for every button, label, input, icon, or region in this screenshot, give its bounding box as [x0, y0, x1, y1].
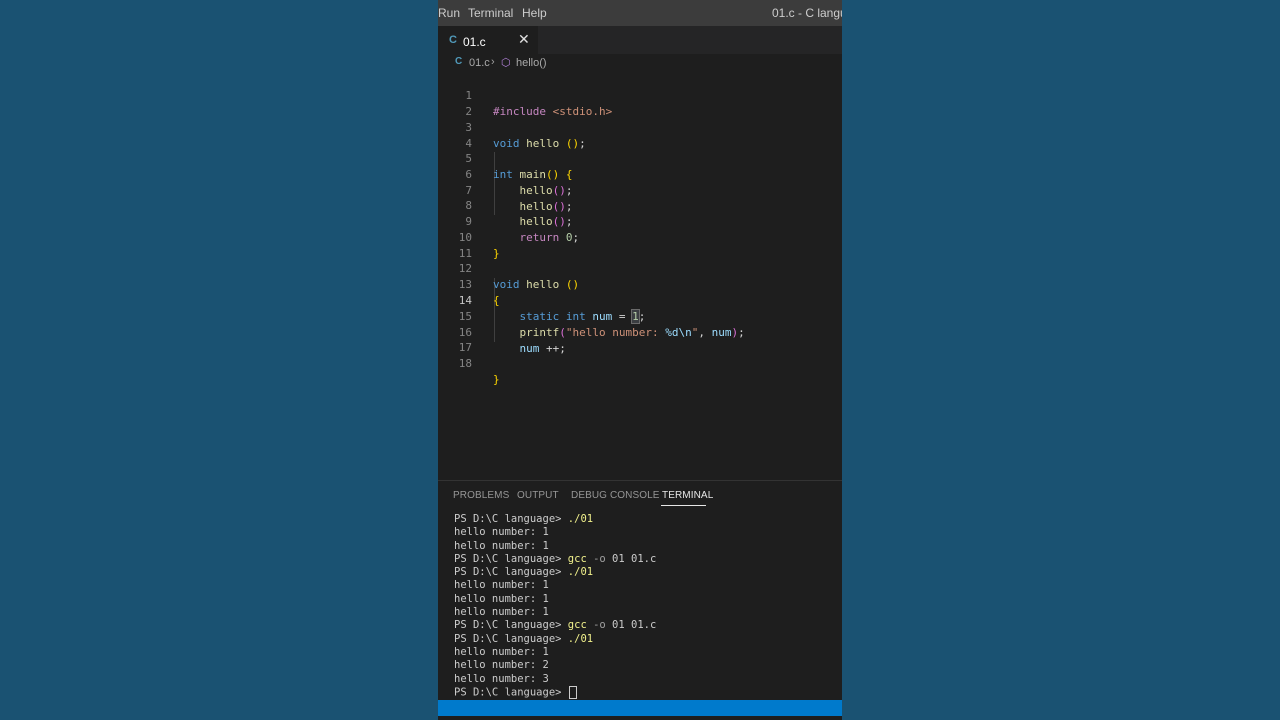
code-line: 9 return 0; — [438, 198, 842, 244]
code-line: 13 { — [438, 261, 842, 307]
menu-terminal[interactable]: Terminal — [468, 6, 513, 20]
terminal-line: PS D:\C language> gcc -o 01 01.c — [454, 552, 657, 565]
code-line: 7 hello(); — [438, 167, 842, 213]
code-line: 3 void hello (); — [438, 104, 842, 150]
menu-help[interactable]: Help — [522, 6, 547, 20]
active-tab-indicator — [661, 505, 706, 506]
code-editor[interactable]: 1 #include <stdio.h> 2 3 void hello (); … — [438, 72, 842, 480]
code-line: 18 } — [438, 340, 842, 386]
code-line: 11 — [438, 230, 842, 260]
code-line: 5 int main() { — [438, 135, 842, 181]
tab-debug-console[interactable]: DEBUG CONSOLE — [571, 490, 660, 501]
code-line: 8 hello(); — [438, 182, 842, 228]
status-bar — [438, 700, 842, 716]
code-line: 17 — [438, 324, 842, 354]
c-file-icon: C — [455, 56, 463, 67]
terminal-line: hello number: 3 — [454, 672, 549, 685]
terminal-line: hello number: 2 — [454, 659, 549, 672]
terminal-line: hello number: 1 — [454, 526, 549, 539]
menu-run[interactable]: Run — [438, 6, 460, 20]
window-title: 01.c - C languag — [772, 6, 842, 20]
line-number: 18 — [458, 357, 472, 370]
vscode-window: Run Terminal Help 01.c - C languag C 01.… — [438, 0, 842, 720]
breadcrumb-file[interactable]: 01.c — [469, 57, 490, 69]
code-line: 1 #include <stdio.h> — [438, 72, 842, 118]
terminal-line: hello number: 1 — [454, 645, 549, 658]
code-line: 15 printf("hello number: %d\n", num); — [438, 293, 842, 339]
terminal-line: hello number: 1 — [454, 579, 549, 592]
terminal-line: PS D:\C language> gcc -o 01 01.c — [454, 619, 657, 632]
code-line-active: 14 static int num = 1; — [438, 277, 842, 324]
code-line: 16 num ++; — [438, 309, 842, 355]
close-icon[interactable]: ✕ — [518, 31, 530, 48]
code-line: 4 — [438, 120, 842, 150]
terminal-line: hello number: 1 — [454, 539, 549, 552]
terminal-line: hello number: 1 — [454, 592, 549, 605]
tab-label: 01.c — [463, 35, 486, 49]
tab-output[interactable]: OUTPUT — [517, 490, 559, 501]
terminal-output[interactable]: PS D:\C language> ./01 hello number: 1 h… — [454, 513, 834, 699]
terminal-cursor — [568, 685, 577, 699]
terminal-line: PS D:\C language> ./01 — [454, 513, 594, 525]
tab-terminal[interactable]: TERMINAL — [662, 490, 713, 501]
code-line: 10 } — [438, 214, 842, 260]
menu-bar: Run Terminal Help 01.c - C languag — [438, 0, 842, 26]
breadcrumb-symbol[interactable]: hello() — [516, 57, 547, 69]
chevron-right-icon: › — [491, 56, 495, 68]
code-line: 12 void hello () — [438, 245, 842, 291]
tab-bar: C 01.c ✕ — [438, 26, 842, 54]
tab-01-c[interactable]: C 01.c ✕ — [438, 26, 538, 54]
symbol-method-icon: ⬡ — [501, 57, 511, 69]
terminal-line: PS D:\C language> — [454, 685, 834, 699]
bottom-panel: PROBLEMS OUTPUT DEBUG CONSOLE TERMINAL P… — [438, 480, 842, 701]
terminal-line: hello number: 1 — [454, 606, 549, 619]
breadcrumb: C 01.c › ⬡ hello() — [438, 54, 842, 72]
code-line: 6 hello(); — [438, 151, 842, 197]
tab-problems[interactable]: PROBLEMS — [453, 490, 509, 501]
terminal-line: PS D:\C language> ./01 — [454, 566, 594, 579]
terminal-line: PS D:\C language> ./01 — [454, 632, 594, 645]
c-file-icon: C — [449, 34, 457, 46]
code-line: 2 — [438, 88, 842, 118]
